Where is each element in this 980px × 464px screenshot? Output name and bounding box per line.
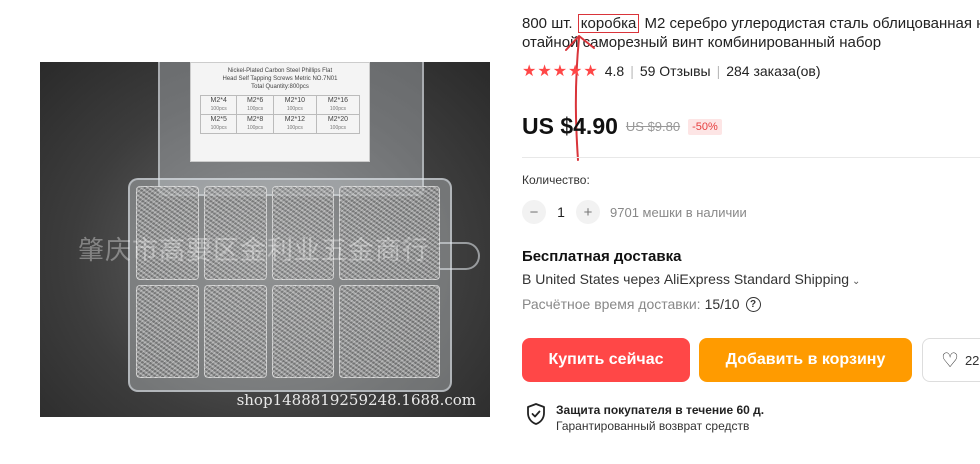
box-label-line3: Total Quantity:800pcs [251, 84, 309, 90]
pcs-cell: 100pcs [329, 106, 347, 112]
quantity-plus-button[interactable]: + [576, 200, 600, 224]
size-cell: M2*8 [246, 116, 264, 123]
add-to-cart-button[interactable]: Добавить в корзину [699, 338, 912, 382]
box-label: Nickel-Plated Carbon Steel Phillips Flat… [190, 62, 370, 162]
wishlist-button[interactable]: ♡ 22 [922, 338, 980, 382]
protection-text: Защита покупателя в течение 60 д. Гарант… [556, 402, 764, 434]
shop-url-watermark: shop1488819259248.1688.com [236, 391, 476, 409]
help-icon[interactable]: ? [745, 296, 761, 312]
pcs-cell: 100pcs [247, 125, 264, 131]
delivery-estimate: Расчётное время доставки: 15/10 ? [522, 296, 761, 312]
buyer-protection: Защита покупателя в течение 60 д. Гарант… [526, 402, 764, 434]
compartment [271, 284, 335, 378]
reviews-divider: | [716, 63, 721, 79]
image-watermark: 肇庆市高要区金利业五金商行 [78, 236, 430, 266]
quantity-stepper: − 1 + 9701 мешки в наличии [522, 200, 747, 224]
pcs-cell: 100pcs [329, 125, 347, 131]
protection-subtitle: Гарантированный возврат средств [556, 419, 750, 433]
shield-check-icon [527, 403, 545, 425]
size-cell: M2*6 [246, 97, 264, 104]
size-cell: M2*10 [284, 97, 305, 104]
rating-divider: | [630, 63, 634, 79]
size-cell: M2*5 [210, 116, 227, 123]
compartment [339, 284, 440, 378]
delivery-eta-value: 15/10 [704, 296, 740, 312]
pcs-cell: 100pcs [286, 106, 303, 112]
pcs-cell: 100pcs [210, 125, 227, 131]
shipping-method-label: В United States через AliExpress Standar… [522, 271, 850, 287]
shipping-title: Бесплатная доставка [522, 248, 682, 265]
shipping-method-selector[interactable]: В United States через AliExpress Standar… [522, 271, 860, 287]
size-table: M2*4 100pcs M2*6 100pcs M2*10 100pcs M2*16 1… [199, 95, 361, 134]
size-cell: M2*20 [327, 116, 349, 123]
wishlist-count: 22 [964, 352, 980, 368]
delivery-eta-label: Расчётное время доставки: [522, 296, 701, 312]
product-image[interactable]: Nickel-Plated Carbon Steel Phillips Flat… [40, 62, 490, 417]
chevron-down-icon: ⌄ [852, 276, 861, 287]
compartment [203, 284, 267, 378]
heart-icon: ♡ [941, 349, 959, 372]
box-label-line1: Nickel-Plated Carbon Steel Phillips Flat [227, 68, 333, 74]
box-latch [440, 242, 480, 270]
pcs-cell: 100pcs [286, 125, 303, 131]
annotation-arrow [565, 35, 595, 161]
orders-count: 284 заказа(ов) [726, 63, 821, 79]
rating-value: 4.8 [604, 63, 625, 79]
quantity-label: Количество: [522, 173, 590, 187]
current-price: US $4.90 [522, 113, 618, 139]
reviews-link[interactable]: 59 Отзывы [640, 63, 711, 79]
original-price: US $9.80 [625, 119, 681, 134]
divider [522, 157, 980, 158]
box-label-line2: Head Self Tapping Screws Metric NO.7N01 [222, 76, 338, 82]
quantity-minus-button[interactable]: − [522, 200, 546, 224]
screw-compartments [136, 186, 440, 378]
rating-stars-icon: ★★★★★ [522, 63, 599, 80]
price-row: US $4.90 US $9.80 -50% [522, 113, 722, 140]
discount-badge: -50% [688, 118, 722, 135]
size-cell: M2*12 [284, 116, 305, 123]
protection-title: Защита покупателя в течение 60 д. [556, 403, 765, 417]
size-cell: M2*4 [210, 97, 227, 104]
quantity-value[interactable]: 1 [546, 204, 576, 220]
pcs-cell: 100pcs [247, 106, 264, 112]
size-cell: M2*16 [327, 97, 349, 104]
buy-now-button[interactable]: Купить сейчас [522, 338, 690, 382]
title-after: M2 серебро углеродистая сталь облицованн… [644, 15, 980, 32]
rating-row: ★★★★★ 4.8 | 59 Отзывы | 284 заказа(ов) [522, 61, 821, 81]
stock-available: 9701 мешки в наличии [610, 204, 747, 220]
pcs-cell: 100pcs [210, 106, 227, 112]
compartment [136, 284, 199, 378]
